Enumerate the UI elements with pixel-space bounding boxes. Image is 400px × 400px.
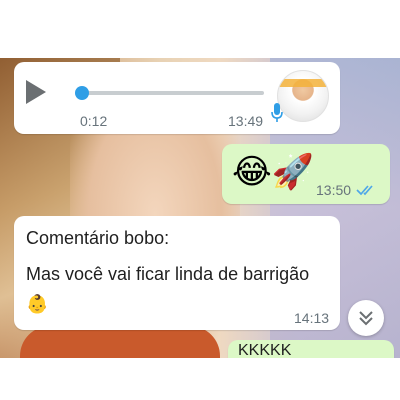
voice-timestamp: 13:49: [228, 113, 264, 129]
message-line-1: Comentário bobo:: [26, 228, 170, 248]
voice-duration: 0:12: [80, 113, 108, 129]
sender-avatar[interactable]: [277, 70, 329, 122]
avatar-badge: [278, 79, 328, 87]
text-message-timestamp: 14:13: [294, 310, 330, 326]
emoji-message-timestamp: 13:50: [316, 182, 352, 198]
bottom-margin: [0, 358, 400, 400]
audio-progress-track[interactable]: [84, 91, 264, 95]
scroll-to-bottom-button[interactable]: [348, 300, 384, 336]
double-check-read-icon: [356, 185, 373, 196]
partial-message-text: KKKKK: [238, 342, 292, 356]
audio-progress-knob[interactable]: [75, 86, 89, 100]
emoji-content: 😂🚀: [232, 153, 315, 191]
baby-emoji: 👶: [26, 294, 49, 314]
microphone-icon: [271, 103, 283, 122]
background-shirt: [20, 326, 220, 358]
message-line-2: Mas você vai ficar linda de barrigão: [26, 264, 310, 284]
double-chevron-down-icon: [359, 311, 373, 326]
play-icon[interactable]: [26, 80, 46, 104]
